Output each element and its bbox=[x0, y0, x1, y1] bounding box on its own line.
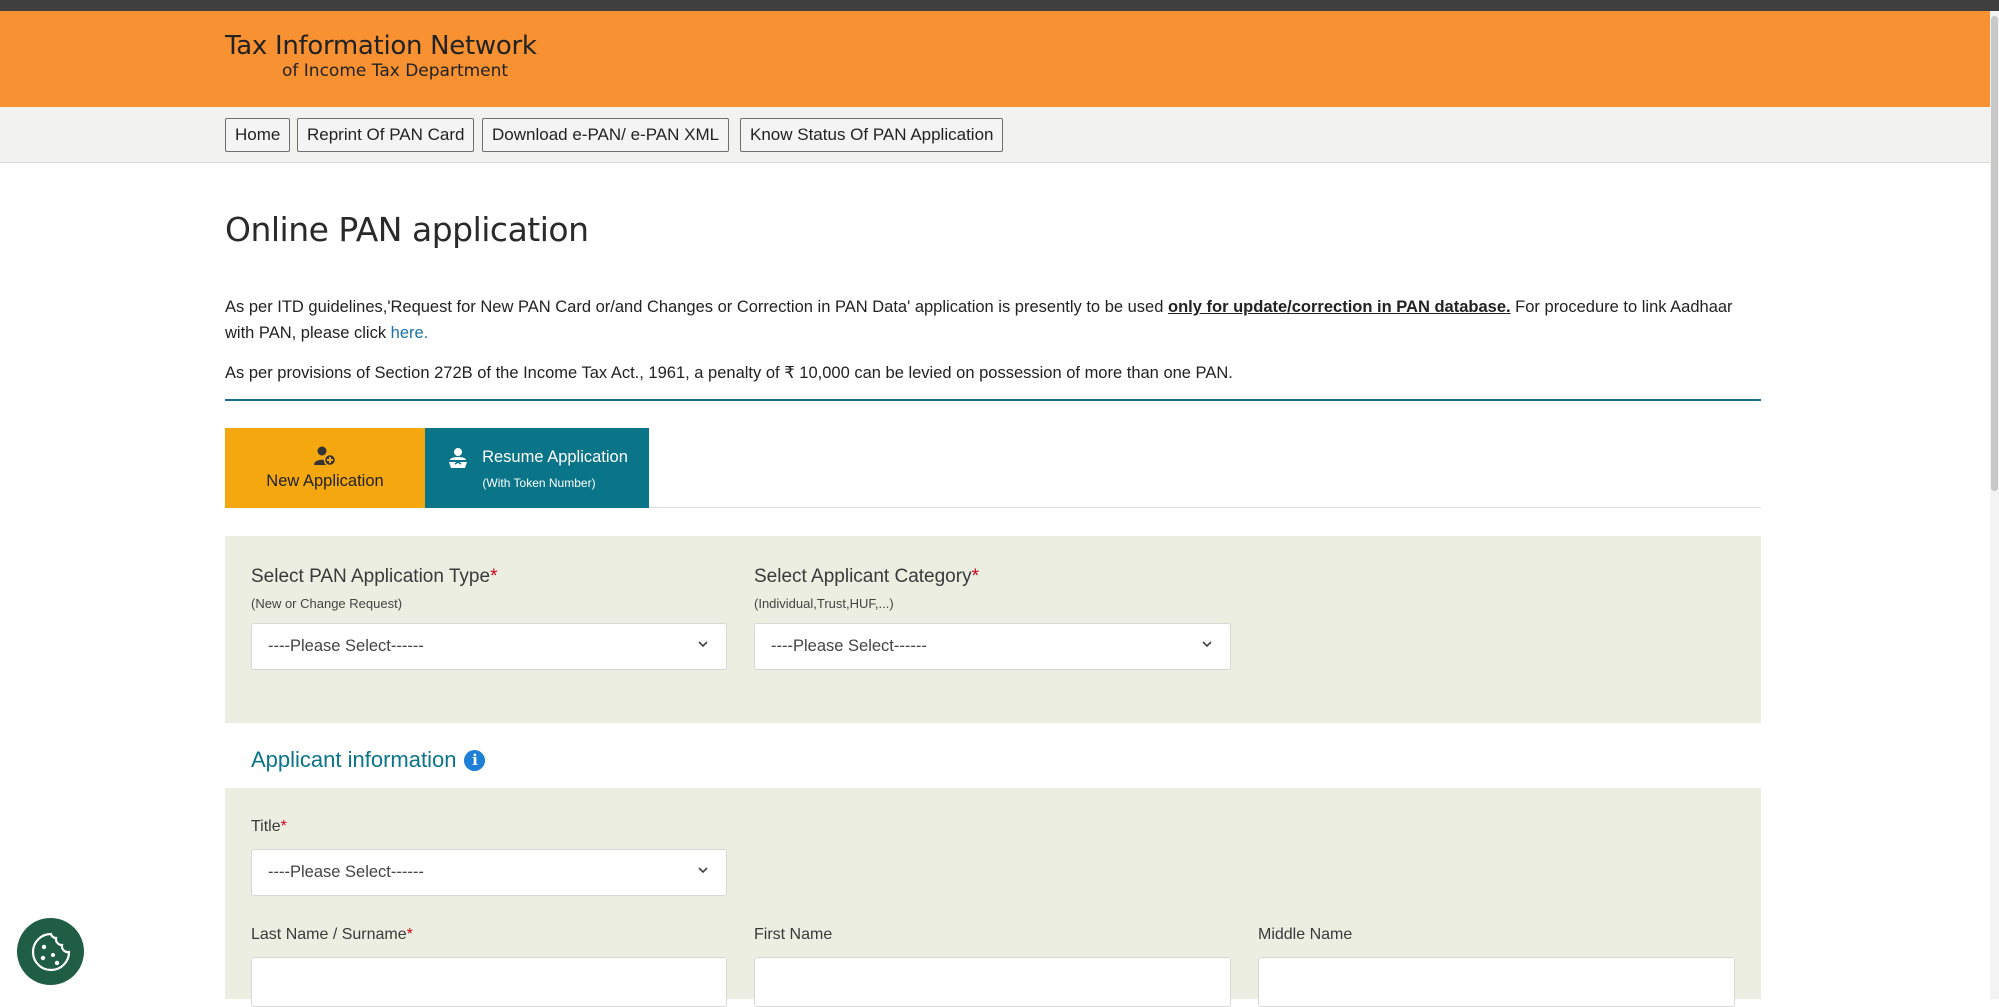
chevron-down-icon bbox=[698, 867, 708, 874]
category-select[interactable]: ----Please Select------ bbox=[754, 623, 1231, 670]
cookie-settings-button[interactable] bbox=[17, 918, 84, 985]
chevron-down-icon bbox=[698, 641, 708, 648]
browser-top-strip bbox=[0, 0, 1999, 11]
required-mark: * bbox=[406, 926, 413, 943]
applicant-info-heading: Applicant information i bbox=[251, 747, 486, 773]
nav-home-button[interactable]: Home bbox=[225, 118, 291, 152]
category-select-value: ----Please Select------ bbox=[771, 637, 927, 655]
first-name-input[interactable] bbox=[754, 957, 1231, 1007]
logo-line-1: Tax Information Network bbox=[225, 31, 537, 61]
guidelines-paragraph: As per ITD guidelines,'Request for New P… bbox=[225, 294, 1765, 346]
category-hint: (Individual,Trust,HUF,...) bbox=[754, 596, 894, 611]
applicant-info-title: Applicant information bbox=[251, 747, 457, 772]
tab-resume-label: Resume Application bbox=[482, 448, 628, 466]
guidelines-text-a: As per ITD guidelines,'Request for New P… bbox=[225, 298, 1168, 316]
required-mark: * bbox=[490, 566, 498, 587]
last-name-label: Last Name / Surname* bbox=[251, 926, 413, 944]
title-label-text: Title bbox=[251, 818, 281, 835]
site-header: Tax Information Network of Income Tax De… bbox=[0, 11, 1990, 107]
tab-resume-sublabel: (With Token Number) bbox=[482, 475, 596, 490]
last-name-label-text: Last Name / Surname bbox=[251, 926, 407, 943]
cookie-icon bbox=[31, 932, 70, 971]
page-title: Online PAN application bbox=[225, 210, 589, 249]
tab-resume-application[interactable]: Resume Application (With Token Number) bbox=[425, 428, 649, 508]
title-label: Title* bbox=[251, 818, 287, 836]
nav-bar: Home Reprint Of PAN Card Download e-PAN/… bbox=[0, 107, 1990, 163]
nav-download-epan-button[interactable]: Download e-PAN/ e-PAN XML bbox=[482, 118, 730, 152]
nav-know-status-button[interactable]: Know Status Of PAN Application bbox=[740, 118, 1004, 152]
category-label: Select Applicant Category* bbox=[754, 566, 979, 588]
nav-reprint-button[interactable]: Reprint Of PAN Card bbox=[297, 118, 475, 152]
required-mark: * bbox=[971, 566, 979, 587]
penalty-paragraph: As per provisions of Section 272B of the… bbox=[225, 364, 1233, 382]
tab-new-label: New Application bbox=[266, 472, 384, 490]
add-user-icon bbox=[314, 446, 337, 467]
guidelines-bold-text: only for update/correction in PAN databa… bbox=[1168, 298, 1511, 316]
tab-new-application[interactable]: New Application bbox=[225, 428, 425, 508]
middle-name-input[interactable] bbox=[1258, 957, 1735, 1007]
app-type-label-text: Select PAN Application Type bbox=[251, 566, 491, 587]
tab-baseline bbox=[649, 507, 1761, 508]
aadhaar-link[interactable]: here. bbox=[391, 324, 429, 342]
title-select[interactable]: ----Please Select------ bbox=[251, 849, 727, 896]
app-type-label: Select PAN Application Type* bbox=[251, 566, 497, 588]
title-select-value: ----Please Select------ bbox=[268, 863, 424, 881]
last-name-input[interactable] bbox=[251, 957, 727, 1007]
divider bbox=[225, 399, 1761, 401]
first-name-label: First Name bbox=[754, 926, 833, 943]
logo-line-2: of Income Tax Department bbox=[282, 61, 509, 81]
scrollbar-thumb[interactable] bbox=[1991, 16, 1998, 491]
site-logo[interactable]: Tax Information Network of Income Tax De… bbox=[225, 33, 537, 80]
app-type-hint: (New or Change Request) bbox=[251, 596, 403, 611]
category-label-text: Select Applicant Category bbox=[754, 566, 972, 587]
info-icon[interactable]: i bbox=[464, 749, 486, 771]
middle-name-label: Middle Name bbox=[1258, 926, 1353, 943]
required-mark: * bbox=[280, 818, 287, 835]
app-type-select[interactable]: ----Please Select------ bbox=[251, 623, 727, 670]
chevron-down-icon bbox=[1202, 641, 1212, 648]
resume-user-icon bbox=[449, 447, 468, 468]
app-type-select-value: ----Please Select------ bbox=[268, 637, 424, 655]
